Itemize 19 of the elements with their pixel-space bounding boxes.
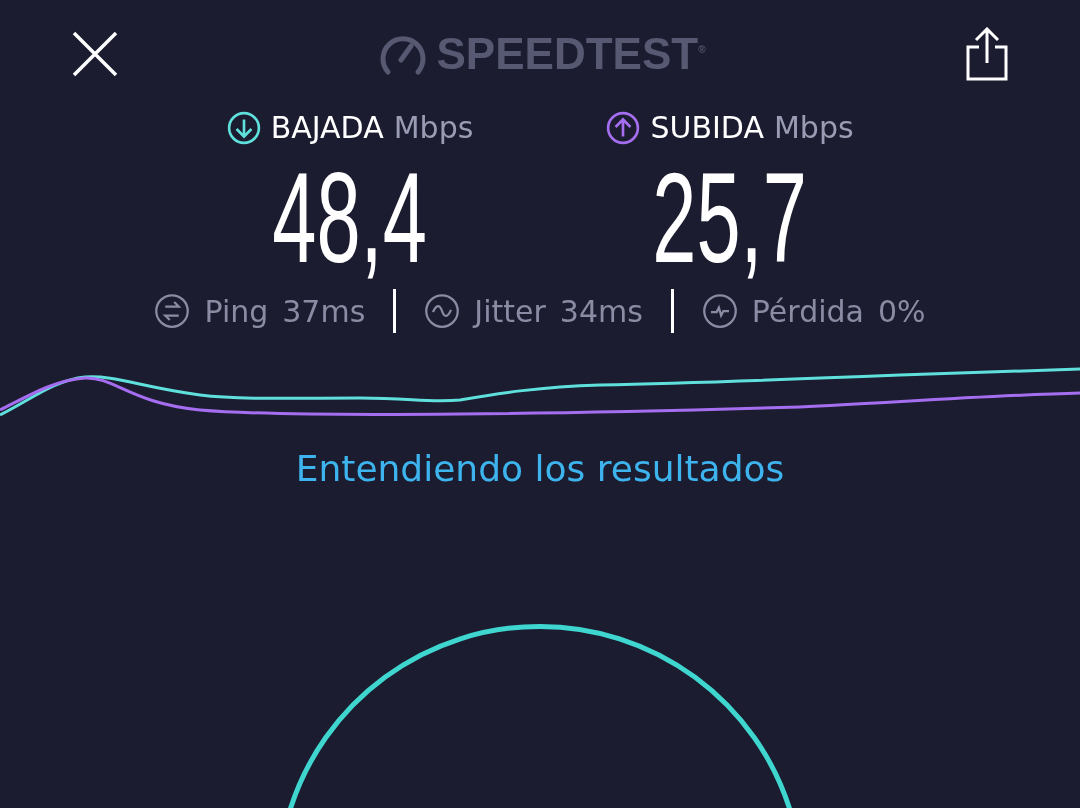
- wave-icon: [424, 293, 461, 329]
- unit-label: Mbps: [773, 110, 854, 145]
- speed-value: 48,4: [272, 153, 428, 283]
- speedtest-logo: SPEEDTEST$^{®}$: [436, 29, 706, 79]
- pulse-icon: [701, 293, 738, 329]
- metric-label: Ping: [204, 293, 269, 329]
- metric-value: 34ms: [559, 293, 643, 329]
- metric-label: Pérdida: [751, 293, 864, 329]
- close-icon[interactable]: [72, 31, 118, 77]
- metric-value: 37ms: [282, 293, 366, 329]
- result-label: SUBIDA: [650, 110, 764, 145]
- ping-icon: [154, 293, 191, 329]
- speed-value: 25,7: [652, 153, 808, 283]
- unit-label: Mbps: [393, 110, 474, 145]
- results-link[interactable]: Entendiendo los resultados: [295, 448, 785, 489]
- share-icon[interactable]: [966, 27, 1008, 81]
- result-label: BAJADA: [270, 110, 384, 145]
- metric-value: 0%: [877, 293, 926, 329]
- metric-label: Jitter: [474, 293, 546, 329]
